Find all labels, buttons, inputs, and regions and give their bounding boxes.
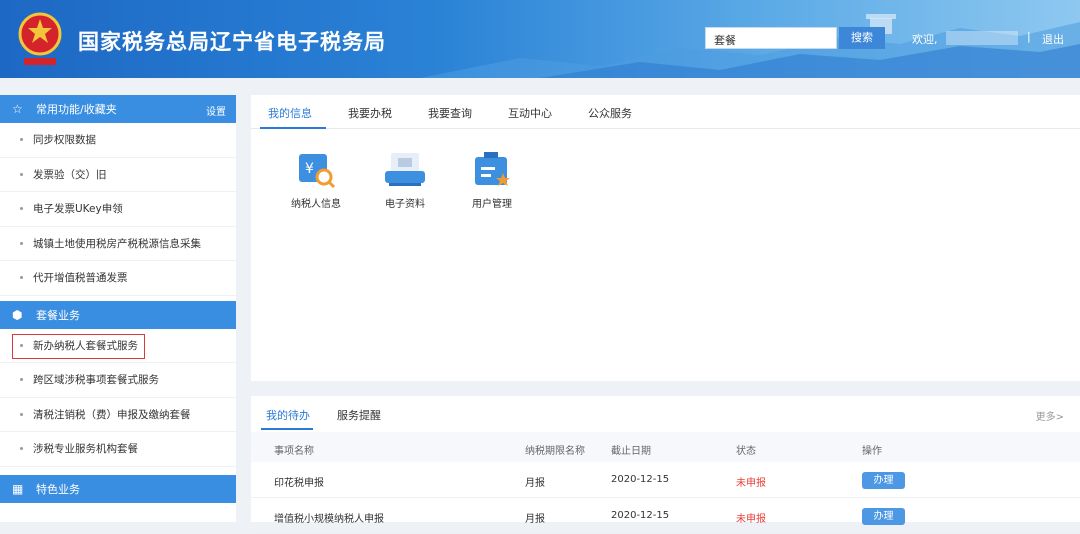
sidebar-item-new-taxpayer-package[interactable]: 新办纳税人套餐式服务 bbox=[0, 329, 236, 363]
sidebar-item[interactable]: 涉税专业服务机构套餐 bbox=[0, 432, 236, 467]
more-link[interactable]: 更多> bbox=[1036, 408, 1064, 423]
search-input[interactable]: 套餐 bbox=[705, 27, 837, 49]
sidebar-item-label: 跨区域涉税事项套餐式服务 bbox=[33, 374, 159, 387]
item-name: 增值税小规模纳税人申报 bbox=[274, 514, 384, 525]
header-separator: | bbox=[1027, 30, 1031, 43]
sidebar-item[interactable]: 清税注销税（费）申报及缴纳套餐 bbox=[0, 398, 236, 432]
tile-label: 纳税人信息 bbox=[291, 199, 341, 210]
sidebar-item[interactable]: 代开增值税普通发票 bbox=[0, 261, 236, 296]
item-deadline: 2020-12-15 bbox=[611, 474, 670, 485]
e-documents-icon bbox=[385, 153, 425, 186]
bullet-icon bbox=[20, 138, 23, 142]
tile-taxpayer-info[interactable]: ¥ 纳税人信息 bbox=[281, 151, 351, 210]
tab-query[interactable]: 我要查询 bbox=[428, 105, 472, 121]
star-icon: ☆ bbox=[12, 102, 23, 116]
tab-tax-handling[interactable]: 我要办税 bbox=[348, 105, 392, 121]
sidebar-item[interactable]: 跨区域涉税事项套餐式服务 bbox=[0, 363, 236, 398]
handle-button[interactable]: 办理 bbox=[862, 472, 905, 489]
column-header: 事项名称 bbox=[274, 446, 314, 457]
sidebar-item-label: 同步权限数据 bbox=[33, 134, 96, 147]
bullet-icon bbox=[20, 412, 23, 416]
handle-button[interactable]: 办理 bbox=[862, 508, 905, 525]
tile-user-management[interactable]: 用户管理 bbox=[457, 151, 527, 210]
bullet-icon bbox=[20, 276, 23, 280]
status-badge: 未申报 bbox=[736, 514, 766, 525]
sidebar: ☆ 常用功能/收藏夹 设置 同步权限数据 发票验（交）旧 电子发票UKey申领 … bbox=[0, 95, 236, 522]
bullet-icon bbox=[20, 378, 23, 382]
table-row: 增值税小规模纳税人申报 月报 2020-12-15 未申报 办理 bbox=[251, 500, 1080, 534]
tab-service-reminder[interactable]: 服务提醒 bbox=[337, 407, 381, 423]
column-header: 截止日期 bbox=[611, 446, 651, 457]
table-header: 事项名称 纳税期限名称 截止日期 状态 操作 bbox=[251, 432, 1080, 462]
welcome-text: 欢迎, bbox=[912, 33, 938, 46]
sidebar-item[interactable]: 同步权限数据 bbox=[0, 123, 236, 158]
column-header: 纳税期限名称 bbox=[525, 446, 585, 457]
cube-icon: ⬢ bbox=[12, 307, 23, 322]
active-tab-indicator bbox=[261, 428, 313, 430]
favorites-settings-link[interactable]: 设置 bbox=[206, 103, 226, 118]
item-period: 月报 bbox=[525, 478, 545, 489]
favorites-title: 常用功能/收藏夹 bbox=[36, 103, 117, 116]
bullet-icon bbox=[20, 447, 23, 451]
main-tabs: 我的信息 我要办税 我要查询 互动中心 公众服务 bbox=[251, 95, 1080, 129]
tile-e-documents[interactable]: 电子资料 bbox=[370, 151, 440, 210]
favorites-section-header[interactable]: ☆ 常用功能/收藏夹 设置 bbox=[0, 95, 236, 123]
tile-label: 电子资料 bbox=[385, 199, 425, 210]
special-title: 特色业务 bbox=[36, 482, 80, 496]
sidebar-item-label: 电子发票UKey申领 bbox=[33, 203, 123, 216]
column-header: 操作 bbox=[862, 446, 882, 457]
main-panel: 我的信息 我要办税 我要查询 互动中心 公众服务 ¥ 纳税人信息 电子资料 用户… bbox=[251, 95, 1080, 381]
sidebar-item[interactable]: 电子发票UKey申领 bbox=[0, 192, 236, 227]
tax-emblem-logo bbox=[18, 12, 62, 65]
tab-my-todo[interactable]: 我的待办 bbox=[266, 407, 310, 423]
tile-label: 用户管理 bbox=[472, 199, 512, 210]
search-button[interactable]: 搜索 bbox=[839, 27, 885, 49]
bullet-icon bbox=[20, 241, 23, 245]
bullet-icon bbox=[20, 343, 23, 347]
status-badge: 未申报 bbox=[736, 478, 766, 489]
packages-section-header[interactable]: ⬢ 套餐业务 bbox=[0, 300, 236, 329]
sidebar-item-label: 城镇土地使用税房产税税源信息采集 bbox=[33, 237, 201, 250]
svg-text:¥: ¥ bbox=[305, 161, 314, 177]
tab-my-info[interactable]: 我的信息 bbox=[268, 105, 312, 121]
sidebar-item-label: 涉税专业服务机构套餐 bbox=[33, 443, 138, 456]
column-header: 状态 bbox=[736, 446, 756, 457]
item-period: 月报 bbox=[525, 514, 545, 525]
site-header: 国家税务总局辽宁省电子税务局 套餐 搜索 欢迎, | 退出 bbox=[0, 0, 1080, 78]
table-row: 印花税申报 月报 2020-12-15 未申报 办理 bbox=[251, 464, 1080, 498]
sidebar-item-label: 清税注销税（费）申报及缴纳套餐 bbox=[33, 408, 191, 421]
todo-panel: 我的待办 服务提醒 更多> 事项名称 纳税期限名称 截止日期 状态 操作 印花税… bbox=[251, 396, 1080, 534]
user-management-icon bbox=[475, 152, 510, 186]
item-deadline: 2020-12-15 bbox=[611, 510, 670, 521]
sidebar-item-label: 代开增值税普通发票 bbox=[33, 272, 128, 285]
item-name: 印花税申报 bbox=[274, 478, 324, 489]
special-section-header[interactable]: ▦ 特色业务 bbox=[0, 474, 236, 503]
tab-public-service[interactable]: 公众服务 bbox=[588, 105, 632, 121]
username-redacted bbox=[946, 31, 1018, 45]
site-title: 国家税务总局辽宁省电子税务局 bbox=[78, 30, 386, 54]
sidebar-item[interactable]: 发票验（交）旧 bbox=[0, 158, 236, 192]
active-tab-indicator bbox=[260, 127, 326, 129]
sidebar-item-label: 新办纳税人套餐式服务 bbox=[33, 339, 138, 352]
bullet-icon bbox=[20, 207, 23, 211]
sidebar-item-label: 发票验（交）旧 bbox=[33, 168, 107, 181]
packages-title: 套餐业务 bbox=[36, 308, 80, 322]
taxpayer-info-icon: ¥ bbox=[299, 154, 336, 189]
bullet-icon bbox=[20, 172, 23, 176]
sidebar-item[interactable]: 城镇土地使用税房产税税源信息采集 bbox=[0, 227, 236, 261]
tab-interaction[interactable]: 互动中心 bbox=[508, 105, 552, 121]
grid-icon: ▦ bbox=[12, 481, 24, 496]
logout-link[interactable]: 退出 bbox=[1042, 31, 1064, 47]
